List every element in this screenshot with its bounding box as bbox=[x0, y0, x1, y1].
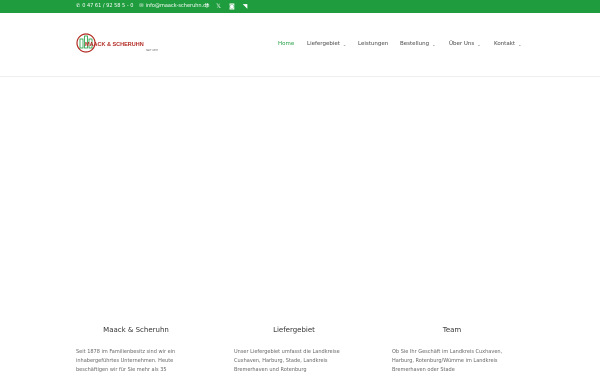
nav-bestellung[interactable]: Bestellung ⌄ bbox=[400, 41, 435, 47]
logo-name: MAACK & SCHERUHN bbox=[85, 42, 144, 48]
phone-icon: ✆ bbox=[76, 3, 81, 9]
nav-liefergebiet[interactable]: Liefergebiet ⌄ bbox=[307, 41, 346, 47]
chevron-down-icon: ⌄ bbox=[432, 41, 436, 47]
nav-liefergebiet-label: Liefergebiet bbox=[307, 41, 340, 47]
hero-area bbox=[0, 78, 600, 308]
nav-ueber-uns[interactable]: Über Uns ⌄ bbox=[449, 41, 481, 47]
column-text: Seit 1878 im Familienbesitz sind wir ein… bbox=[76, 349, 176, 373]
info-columns: Maack & Scheruhn Seit 1878 im Familienbe… bbox=[0, 300, 600, 375]
email-address: info@maack-scheruhn.de bbox=[145, 3, 210, 9]
site-logo[interactable]: MAACK & SCHERUHN SEIT 1878 bbox=[76, 31, 162, 55]
email-link[interactable]: ✉ info@maack-scheruhn.de bbox=[139, 0, 209, 13]
top-bar: ✆ 0 47 61 / 92 58 5 - 0 ✉ info@maack-sch… bbox=[0, 0, 600, 13]
site-header: MAACK & SCHERUHN SEIT 1878 Home Lieferge… bbox=[0, 13, 600, 77]
chevron-down-icon: ⌄ bbox=[342, 41, 347, 47]
logo-graphic: MAACK & SCHERUHN SEIT 1878 bbox=[76, 33, 158, 53]
social-links: f 𝕏 ◙ ◥ bbox=[206, 0, 255, 13]
rss-icon[interactable]: ◥ bbox=[243, 0, 248, 13]
contact-info: ✆ 0 47 61 / 92 58 5 - 0 ✉ info@maack-sch… bbox=[76, 0, 215, 13]
instagram-icon[interactable]: ◙ bbox=[229, 0, 235, 13]
column-text: Ob Sie Ihr Geschäft im Landkreis Cuxhave… bbox=[392, 349, 503, 373]
logo-tagline: SEIT 1878 bbox=[146, 49, 158, 52]
column-title: Team bbox=[442, 326, 462, 334]
nav-kontakt[interactable]: Kontakt ⌄ bbox=[494, 41, 521, 47]
column-company: Maack & Scheruhn Seit 1878 im Familienbe… bbox=[76, 300, 196, 375]
facebook-icon[interactable]: f bbox=[206, 0, 208, 13]
nav-leistungen[interactable]: Leistungen bbox=[358, 41, 388, 47]
nav-leistungen-label: Leistungen bbox=[358, 41, 389, 47]
chevron-down-icon: ⌄ bbox=[518, 41, 522, 47]
nav-kontakt-label: Kontakt bbox=[494, 41, 516, 47]
nav-ueber-uns-label: Über Uns bbox=[449, 41, 475, 47]
column-text: Unser Liefergebiet umfasst die Landkreis… bbox=[234, 349, 340, 373]
mail-icon: ✉ bbox=[139, 3, 144, 9]
column-delivery-area: Liefergebiet Unser Liefergebiet umfasst … bbox=[234, 300, 354, 375]
x-icon[interactable]: 𝕏 bbox=[216, 0, 221, 13]
phone-link[interactable]: ✆ 0 47 61 / 92 58 5 - 0 bbox=[76, 0, 133, 13]
nav-bestellung-label: Bestellung bbox=[400, 41, 430, 47]
nav-home-label: Home bbox=[278, 41, 295, 47]
phone-number: 0 47 61 / 92 58 5 - 0 bbox=[82, 3, 134, 9]
column-title: Liefergebiet bbox=[273, 326, 315, 334]
chevron-down-icon: ⌄ bbox=[477, 41, 481, 47]
column-title: Maack & Scheruhn bbox=[103, 326, 169, 334]
nav-home[interactable]: Home bbox=[278, 41, 294, 47]
column-team: Team Ob Sie Ihr Geschäft im Landkreis Cu… bbox=[392, 300, 512, 375]
